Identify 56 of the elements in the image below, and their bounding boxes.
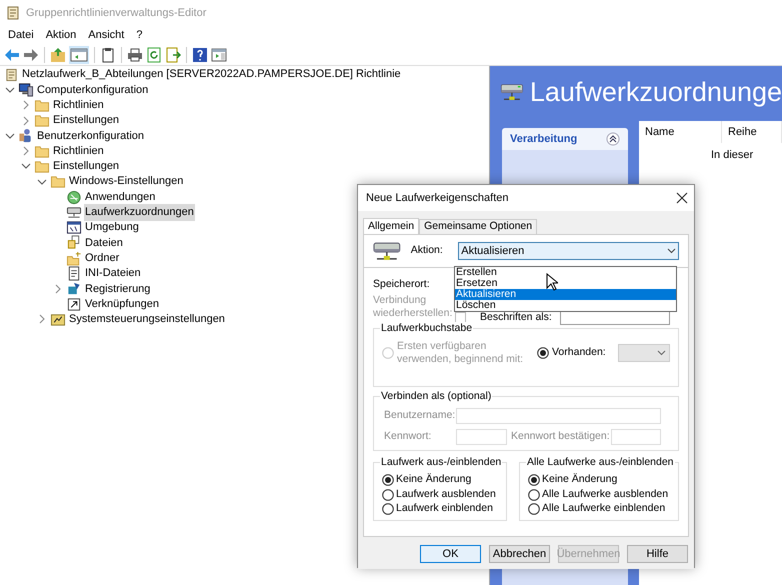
task-title: Verarbeitung xyxy=(510,132,578,147)
tree-item[interactable]: Einstellungen xyxy=(52,112,120,129)
window-title: Gruppenrichtlinienverwaltungs-Editor xyxy=(26,6,206,21)
tree-item[interactable]: Anwendungen xyxy=(84,188,156,206)
radio-label: Laufwerk einblenden xyxy=(396,501,493,516)
dropdown-option[interactable]: Aktualisieren xyxy=(455,289,676,300)
dialog-button[interactable]: Abbrechen xyxy=(489,545,550,563)
tree-item[interactable]: Laufwerkzuordnungen xyxy=(84,204,195,221)
empty-message: In dieser xyxy=(710,148,754,163)
tree-item[interactable]: Umgebung xyxy=(84,219,140,236)
panel-title: Laufwerkzuordnunge xyxy=(530,76,782,109)
menu-item[interactable]: Datei xyxy=(2,26,40,44)
tree-item[interactable]: Registrierung xyxy=(84,280,152,298)
dropdown-option[interactable]: Erstellen xyxy=(455,267,676,278)
radio-label: Alle Laufwerke einblenden xyxy=(542,501,666,516)
radio-label: Keine Änderung xyxy=(396,472,472,488)
dropdown-option[interactable]: Ersetzen xyxy=(455,278,676,289)
dialog-button[interactable]: Hilfe xyxy=(627,545,688,563)
action-dropdown[interactable]: Aktualisieren xyxy=(458,242,679,260)
group-title: Verbinden als (optional) xyxy=(380,390,492,403)
tree-item[interactable]: Richtlinien xyxy=(52,142,105,160)
menu-item[interactable]: Aktion xyxy=(40,26,82,44)
tree-item[interactable]: Benutzerkonfiguration xyxy=(36,128,146,144)
dialog-button: Übernehmen xyxy=(558,545,619,563)
radio-label: Keine Änderung xyxy=(542,472,618,488)
radio-label: Alle Laufwerke ausblenden xyxy=(542,486,668,502)
tree-item[interactable]: INI-Dateien xyxy=(84,265,142,282)
action-label: Aktion: xyxy=(410,243,444,258)
dropdown-option[interactable]: Löschen xyxy=(455,300,676,311)
tree-item[interactable]: Ordner xyxy=(84,250,120,266)
dialog-button[interactable]: OK xyxy=(420,545,481,563)
tree-item[interactable]: Windows-Einstellungen xyxy=(68,173,184,190)
field-label: Benutzername: xyxy=(384,408,456,424)
tree-item[interactable]: Verknüpfungen xyxy=(84,296,160,312)
tab[interactable]: Allgemein xyxy=(363,218,420,235)
column-header[interactable]: Name xyxy=(639,121,722,143)
tree-item[interactable]: Netzlaufwerk_B_Abteilungen [SERVER2022AD.PAMPERSJOE.DE] Richtlinie xyxy=(22,66,401,83)
reconnect-label: Verbindung wiederherstellen: xyxy=(373,294,451,320)
menu-item[interactable]: ? xyxy=(130,26,148,44)
tree-item[interactable]: Computerkonfiguration xyxy=(36,82,150,98)
tab[interactable]: Gemeinsame Optionen xyxy=(419,219,538,234)
radio-label: Vorhanden: xyxy=(552,345,606,360)
field-label: Kennwort: xyxy=(384,429,432,444)
radio-label: Ersten verfügbaren verwenden, beginnend mit: xyxy=(397,340,524,366)
label-as-label: Beschriften als: xyxy=(480,310,552,326)
location-label: Speicherort: xyxy=(373,277,430,292)
tree-item[interactable]: Richtlinien xyxy=(52,97,105,114)
column-header[interactable]: Reihe xyxy=(722,121,782,143)
tree-item[interactable]: Einstellungen xyxy=(52,158,120,175)
menu-item[interactable]: Ansicht xyxy=(82,26,130,44)
tree-item[interactable]: Systemsteuerungseinstellungen xyxy=(68,311,226,328)
dropdown-value: Aktualisieren xyxy=(461,244,524,259)
field-label: Kennwort bestätigen: xyxy=(511,429,611,444)
radio-label: Laufwerk ausblenden xyxy=(396,486,496,502)
dialog-title: Neue Laufwerkeigenschaften xyxy=(366,190,508,206)
tree-item[interactable]: Dateien xyxy=(84,234,124,252)
